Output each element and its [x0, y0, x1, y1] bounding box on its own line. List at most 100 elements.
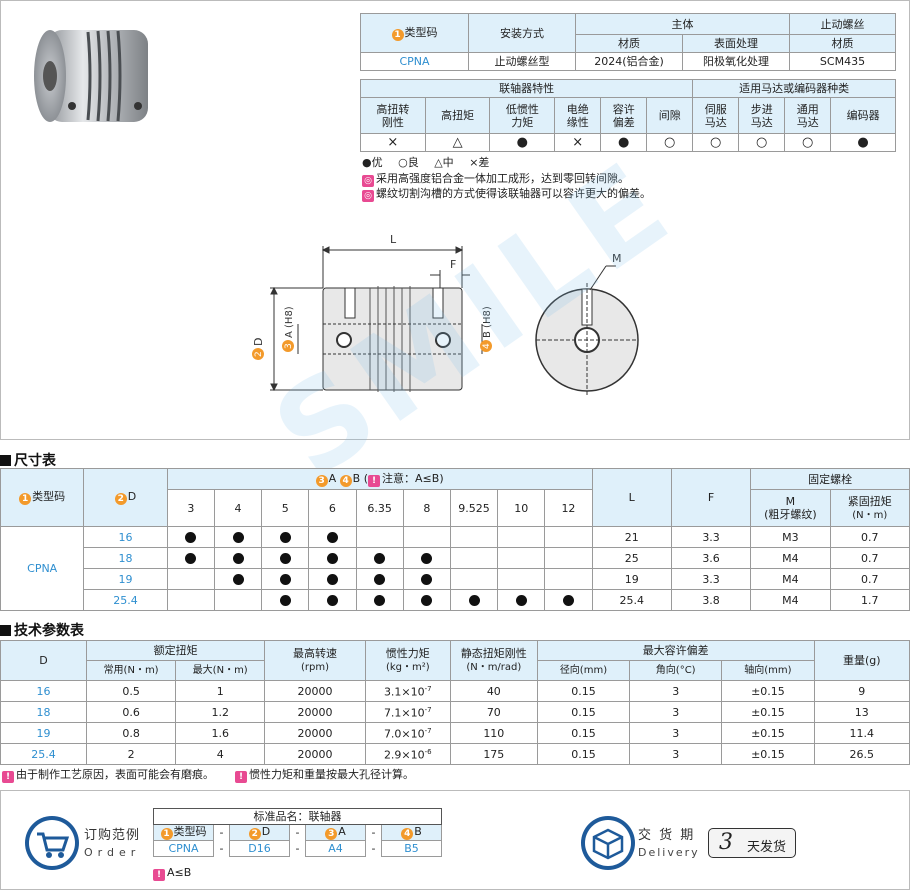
tech-tn-value: 0.6: [86, 701, 177, 723]
tech-w-value: 11.4: [813, 722, 910, 744]
bore-availability: [355, 568, 404, 590]
tech-ax-value: ±0.15: [721, 701, 815, 723]
tech-tn-value: 0.8: [86, 722, 177, 744]
feature-header: 低惯性 力矩: [489, 97, 556, 134]
table-row: CPNA 16 21 3.3 M3 0.7: [0, 526, 910, 611]
tech-d-value: 16: [0, 680, 88, 702]
bore-availability: [544, 589, 593, 611]
d-value: 18: [83, 547, 168, 569]
bore-availability: [166, 589, 215, 611]
tech-tm-value: 1.6: [175, 722, 266, 744]
bore-availability: [544, 547, 593, 569]
bore-availability: [402, 568, 451, 590]
feature-header: 间隙: [646, 97, 694, 134]
delivery-badge: 3 天发货: [708, 828, 796, 858]
available-dot-icon: [279, 595, 291, 606]
bore-availability: [261, 526, 310, 548]
size-l-value: 25: [591, 547, 672, 569]
svg-text:2: 2: [254, 351, 264, 357]
tech-tn-value: 2: [86, 743, 177, 765]
available-dot-icon: [421, 553, 433, 564]
table-row: 18 0.6 1.2 20000 7.1×10-7 70 0.15 3 ±0.15 13: [0, 701, 910, 723]
bore-size-header: 8: [402, 489, 451, 527]
bore-availability: [449, 547, 499, 569]
bore-availability: [213, 568, 263, 590]
type-code: CPNA: [0, 526, 85, 611]
tech-rpm-value: 20000: [264, 701, 366, 723]
feature-rating: △: [424, 133, 491, 152]
feature-header: 编码器: [830, 97, 896, 134]
svg-text:3: 3: [284, 343, 294, 349]
tech-ang-value: 3: [629, 701, 723, 723]
available-dot-icon: [279, 553, 291, 564]
feature-table: 联轴器特性 适用马达或编码器种类 高扭转 刚性 高扭矩 低惯性 力矩 电绝 缘性 容许 偏差 间隙…: [359, 79, 896, 152]
available-dot-icon: [421, 574, 433, 585]
num-3-icon: 3: [325, 828, 338, 840]
feature-header: 电绝 缘性: [554, 97, 602, 134]
available-dot-icon: [326, 532, 338, 543]
tech-d-value: 25.4: [0, 743, 88, 765]
tech-w-value: 9: [813, 680, 910, 702]
bore-availability: [308, 589, 357, 611]
cart-icon: [25, 816, 79, 870]
bore-availability: [308, 568, 357, 590]
available-dot-icon: [279, 574, 291, 585]
feature-header: 容许 偏差: [600, 97, 648, 134]
available-dot-icon: [232, 553, 244, 564]
available-dot-icon: [374, 553, 386, 564]
tech-ang-value: 3: [629, 680, 723, 702]
bore-size-header: 10: [497, 489, 546, 527]
size-t-value: 0.7: [829, 526, 910, 548]
bore-availability: [449, 568, 499, 590]
order-label: 订购范例 Order: [84, 828, 141, 859]
feature-header: 通用 马达: [784, 97, 832, 134]
dim-L: L: [390, 233, 397, 246]
delivery-box-icon: [581, 816, 635, 870]
available-dot-icon: [232, 532, 244, 543]
feature-header: 高扭矩: [424, 97, 491, 134]
bore-availability: [213, 526, 263, 548]
size-l-value: 19: [591, 568, 672, 590]
table-row: 19 19 3.3 M4 0.7: [1, 568, 910, 590]
available-dot-icon: [326, 553, 338, 564]
size-t-value: 1.7: [829, 589, 910, 611]
order-note: ! A≤B: [153, 866, 191, 881]
size-l-value: 21: [591, 526, 672, 548]
available-dot-icon: [562, 595, 574, 606]
feature-rating: ×: [360, 133, 426, 152]
tech-tm-value: 1: [175, 680, 266, 702]
bore-availability: [308, 526, 357, 548]
table-row: 19 0.8 1.6 20000 7.0×10-7 110 0.15 3 ±0.15 11.4: [0, 722, 910, 744]
bore-availability: [213, 547, 263, 569]
d-value: 25.4: [83, 589, 168, 611]
tech-w-value: 13: [813, 701, 910, 723]
tech-rpm-value: 20000: [264, 743, 366, 765]
size-l-value: 25.4: [591, 589, 672, 611]
size-m-value: M3: [750, 526, 831, 548]
num-1-icon: 1: [160, 828, 173, 840]
alert-icon: !: [368, 474, 381, 487]
size-section-title: 尺寸表: [0, 450, 56, 470]
tech-st-value: 110: [449, 722, 538, 744]
tech-ax-value: ±0.15: [721, 743, 815, 765]
tech-in-value: 3.1×10-7: [364, 680, 451, 702]
tech-d-value: 18: [0, 701, 88, 723]
feature-rating: ●: [489, 133, 556, 152]
available-dot-icon: [185, 553, 197, 564]
alert-icon: !: [153, 869, 165, 881]
bore-size-header: 6: [308, 489, 357, 527]
size-f-value: 3.3: [670, 526, 752, 548]
bore-availability: [544, 526, 593, 548]
type-code: CPNA: [360, 52, 469, 71]
size-f-value: 3.8: [670, 589, 752, 611]
tech-w-value: 26.5: [813, 743, 910, 765]
bore-size-header: 12: [544, 489, 593, 527]
tech-rpm-value: 20000: [264, 722, 366, 744]
bore-availability: [166, 568, 215, 590]
bore-availability: [261, 547, 310, 569]
feature-header: 步进 马达: [738, 97, 786, 134]
available-dot-icon: [185, 532, 197, 543]
tech-st-value: 40: [449, 680, 538, 702]
bore-availability: [166, 547, 215, 569]
tech-tn-value: 0.5: [86, 680, 177, 702]
